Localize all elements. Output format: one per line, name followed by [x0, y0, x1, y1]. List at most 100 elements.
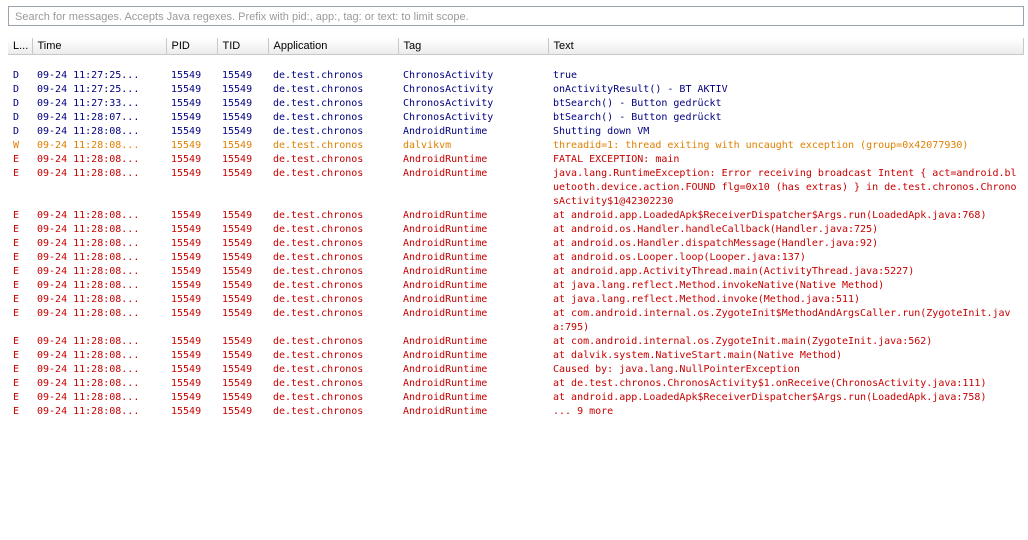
log-tag: AndroidRuntime — [403, 378, 488, 389]
table-row[interactable]: E 09-24 11:28:08... 15549 15549 de.test.chro… — [8, 251, 1024, 265]
table-row[interactable]: E 09-24 11:28:08... 15549 15549 de.test.chro… — [8, 391, 1024, 405]
log-text: ... 9 more — [553, 406, 614, 417]
log-application: de.test.chronos — [273, 364, 364, 375]
column-header-time[interactable]: Time — [32, 38, 167, 55]
search-input[interactable] — [9, 8, 1023, 26]
table-row[interactable]: E 09-24 11:28:08... 15549 15549 de.test.chro… — [8, 335, 1024, 349]
table-row[interactable]: E 09-24 11:28:08... 15549 15549 de.test.chro… — [8, 405, 1024, 419]
log-tid: 15549 — [222, 168, 253, 179]
log-tid: 15549 — [222, 308, 253, 319]
log-tid: 15549 — [222, 140, 253, 151]
log-level: E — [13, 154, 20, 165]
log-time: 09-24 11:28:07... — [37, 112, 140, 123]
log-pid: 15549 — [171, 168, 202, 179]
log-application: de.test.chronos — [273, 308, 364, 319]
log-tid: 15549 — [222, 266, 253, 277]
log-pid: 15549 — [171, 140, 202, 151]
search-box[interactable] — [8, 6, 1024, 26]
header-spacer — [8, 55, 1024, 70]
log-tid: 15549 — [222, 126, 253, 137]
log-time: 09-24 11:28:08... — [37, 140, 140, 151]
log-level: D — [13, 112, 20, 123]
table-row[interactable]: D 09-24 11:28:08... 15549 15549 de.test.chro… — [8, 125, 1024, 139]
table-row[interactable]: D 09-24 11:27:25... 15549 15549 de.test.chro… — [8, 69, 1024, 83]
column-header-pid[interactable]: PID — [166, 38, 218, 55]
log-time: 09-24 11:27:33... — [37, 98, 140, 109]
log-text: java.lang.RuntimeException: Error receiv… — [553, 168, 1017, 207]
log-text: Caused by: java.lang.NullPointerExceptio… — [553, 364, 800, 375]
log-tag: AndroidRuntime — [403, 210, 488, 221]
column-header-tid[interactable]: TID — [217, 38, 269, 55]
log-tid: 15549 — [222, 70, 253, 81]
log-text: btSearch() - Button gedrückt — [553, 98, 722, 109]
table-row[interactable]: E 09-24 11:28:08... 15549 15549 de.test.chro… — [8, 153, 1024, 167]
log-application: de.test.chronos — [273, 238, 364, 249]
table-row[interactable]: E 09-24 11:28:08... 15549 15549 de.test.chro… — [8, 167, 1024, 209]
log-tag: AndroidRuntime — [403, 168, 488, 179]
table-row[interactable]: E 09-24 11:28:08... 15549 15549 de.test.chro… — [8, 349, 1024, 363]
log-tid: 15549 — [222, 294, 253, 305]
log-text: Shutting down VM — [553, 126, 650, 137]
table-row[interactable]: E 09-24 11:28:08... 15549 15549 de.test.chro… — [8, 363, 1024, 377]
log-pid: 15549 — [171, 392, 202, 403]
log-tag: ChronosActivity — [403, 98, 494, 109]
log-application: de.test.chronos — [273, 336, 364, 347]
log-application: de.test.chronos — [273, 280, 364, 291]
log-tag: AndroidRuntime — [403, 294, 488, 305]
table-row[interactable]: D 09-24 11:27:33... 15549 15549 de.test.chro… — [8, 97, 1024, 111]
log-text: at java.lang.reflect.Method.invoke(Metho… — [553, 294, 861, 305]
column-header-text[interactable]: Text — [548, 38, 1024, 55]
log-time: 09-24 11:28:08... — [37, 280, 140, 291]
table-row[interactable]: E 09-24 11:28:08... 15549 15549 de.test.chro… — [8, 223, 1024, 237]
log-pid: 15549 — [171, 364, 202, 375]
log-text: at android.os.Handler.handleCallback(Han… — [553, 224, 879, 235]
table-row[interactable]: E 09-24 11:28:08... 15549 15549 de.test.chro… — [8, 293, 1024, 307]
log-pid: 15549 — [171, 224, 202, 235]
log-time: 09-24 11:28:08... — [37, 294, 140, 305]
log-pid: 15549 — [171, 84, 202, 95]
log-pid: 15549 — [171, 350, 202, 361]
log-level: E — [13, 308, 20, 319]
table-row[interactable]: E 09-24 11:28:08... 15549 15549 de.test.chro… — [8, 377, 1024, 391]
log-time: 09-24 11:28:08... — [37, 238, 140, 249]
log-pid: 15549 — [171, 70, 202, 81]
column-header-application[interactable]: Application — [268, 38, 399, 55]
log-tid: 15549 — [222, 112, 253, 123]
log-pid: 15549 — [171, 238, 202, 249]
log-tag: AndroidRuntime — [403, 336, 488, 347]
log-level: D — [13, 98, 20, 109]
log-time: 09-24 11:28:08... — [37, 378, 140, 389]
log-level: E — [13, 392, 20, 403]
log-pid: 15549 — [171, 112, 202, 123]
log-tag: AndroidRuntime — [403, 154, 488, 165]
table-row[interactable]: D 09-24 11:28:07... 15549 15549 de.test.chro… — [8, 111, 1024, 125]
log-tid: 15549 — [222, 252, 253, 263]
log-text: at android.os.Looper.loop(Looper.java:13… — [553, 252, 806, 263]
log-text: FATAL EXCEPTION: main — [553, 154, 680, 165]
table-row[interactable]: D 09-24 11:27:25... 15549 15549 de.test.chro… — [8, 83, 1024, 97]
log-time: 09-24 11:28:08... — [37, 210, 140, 221]
log-time: 09-24 11:27:25... — [37, 84, 140, 95]
log-pid: 15549 — [171, 126, 202, 137]
table-row[interactable]: E 09-24 11:28:08... 15549 15549 de.test.chro… — [8, 307, 1024, 335]
log-application: de.test.chronos — [273, 112, 364, 123]
log-tid: 15549 — [222, 378, 253, 389]
log-tag: AndroidRuntime — [403, 252, 488, 263]
column-header-tag[interactable]: Tag — [398, 38, 549, 55]
log-level: E — [13, 210, 20, 221]
column-header-level[interactable]: L... — [8, 38, 33, 55]
log-tid: 15549 — [222, 350, 253, 361]
log-text: at java.lang.reflect.Method.invokeNative… — [553, 280, 885, 291]
log-application: de.test.chronos — [273, 70, 364, 81]
table-row[interactable]: E 09-24 11:28:08... 15549 15549 de.test.chro… — [8, 279, 1024, 293]
table-row[interactable]: W 09-24 11:28:08... 15549 15549 de.test.chro… — [8, 139, 1024, 153]
log-application: de.test.chronos — [273, 210, 364, 221]
log-level: D — [13, 84, 20, 95]
log-level: E — [13, 294, 20, 305]
log-tid: 15549 — [222, 280, 253, 291]
table-row[interactable]: E 09-24 11:28:08... 15549 15549 de.test.chro… — [8, 237, 1024, 251]
table-row[interactable]: E 09-24 11:28:08... 15549 15549 de.test.chro… — [8, 265, 1024, 279]
table-row[interactable]: E 09-24 11:28:08... 15549 15549 de.test.chro… — [8, 209, 1024, 223]
log-time: 09-24 11:28:08... — [37, 154, 140, 165]
log-application: de.test.chronos — [273, 266, 364, 277]
